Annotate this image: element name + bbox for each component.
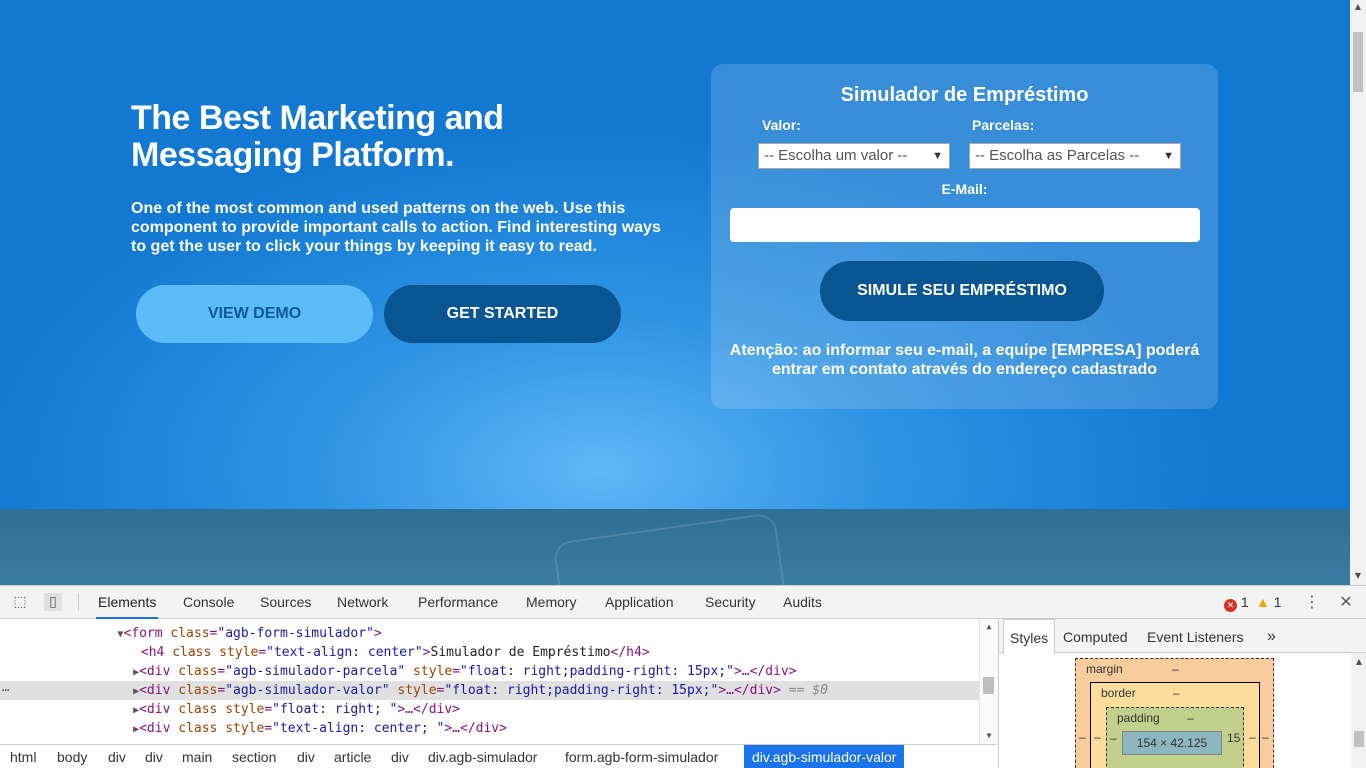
more-actions-icon[interactable]: ⋯	[2, 681, 9, 700]
hero-description: One of the most common and used patterns…	[131, 200, 661, 255]
valor-select[interactable]: -- Escolha um valor -- ▼	[758, 143, 950, 169]
breadcrumb-item[interactable]: div	[289, 745, 323, 768]
devtools-toolbar: ⬚ ▯ Elements Console Sources Network Per…	[0, 586, 1366, 619]
breadcrumb-item[interactable]: div	[137, 745, 171, 768]
dom-node[interactable]: ▶<div class style="float: right; ">…</di…	[0, 700, 980, 719]
tab-elements[interactable]: Elements	[96, 586, 159, 619]
box-model-padding[interactable]: padding – – 15 154 × 42.125	[1106, 707, 1244, 768]
inspect-element-icon[interactable]: ⬚	[11, 593, 29, 611]
hero-title: The Best Marketing and Messaging Platfor…	[131, 99, 504, 174]
toolbar-divider	[78, 593, 79, 611]
scroll-down-arrow-icon[interactable]: ▼	[980, 731, 997, 740]
tab-performance[interactable]: Performance	[416, 586, 500, 619]
breadcrumb-item[interactable]: section	[224, 745, 284, 768]
tab-application[interactable]: Application	[603, 586, 676, 619]
error-counter[interactable]: ✕ 1	[1224, 594, 1249, 612]
hero-section: The Best Marketing and Messaging Platfor…	[0, 0, 1350, 509]
tab-event-listeners[interactable]: Event Listeners	[1141, 619, 1250, 653]
scroll-up-arrow-icon[interactable]: ▲	[980, 622, 997, 631]
dom-node[interactable]: ▶<div class="agb-simulador-parcela" styl…	[0, 662, 980, 681]
dom-node-selected[interactable]: ⋯ ▶<div class="agb-simulador-valor" styl…	[0, 681, 980, 700]
valor-label: Valor:	[762, 117, 801, 133]
parcelas-label: Parcelas:	[972, 117, 1035, 133]
box-model-border[interactable]: border – – – padding – – 15 154 × 42.125	[1090, 682, 1260, 768]
simulate-loan-button[interactable]: SIMULE SEU EMPRÉSTIMO	[820, 261, 1104, 321]
tab-network[interactable]: Network	[335, 586, 390, 619]
tab-styles[interactable]: Styles	[1003, 619, 1056, 654]
tab-security[interactable]: Security	[703, 586, 758, 619]
box-model-content[interactable]: 154 × 42.125	[1122, 731, 1222, 755]
dom-tree: ▼<form class="agb-form-simulador"> <h4 c…	[0, 619, 997, 744]
breadcrumb-item[interactable]: div	[383, 745, 417, 768]
breadcrumb-item[interactable]: form.agb-form-simulador	[557, 745, 726, 768]
tab-console[interactable]: Console	[181, 586, 236, 619]
simulator-notice: Atenção: ao informar seu e-mail, a equip…	[729, 342, 1200, 378]
breadcrumb-item-active[interactable]: div.agb-simulador-valor	[744, 745, 905, 768]
styles-tabs: Styles Computed Event Listeners »	[999, 619, 1366, 654]
breadcrumb-item[interactable]: html	[2, 745, 44, 768]
devtools-panel: ⬚ ▯ Elements Console Sources Network Per…	[0, 585, 1366, 768]
email-label: E-Mail:	[941, 181, 988, 197]
tab-memory[interactable]: Memory	[524, 586, 579, 619]
parcelas-select-value: -- Escolha as Parcelas --	[975, 147, 1140, 164]
dom-node[interactable]: ▼<form class="agb-form-simulador">	[0, 624, 980, 643]
warning-icon: ▲	[1256, 594, 1270, 610]
scroll-up-arrow-icon[interactable]: ▲	[1351, 657, 1366, 666]
loan-simulator-form: Simulador de Empréstimo Valor: Parcelas:…	[711, 64, 1218, 409]
email-field[interactable]	[730, 208, 1200, 242]
view-demo-button[interactable]: VIEW DEMO	[136, 285, 373, 343]
close-icon[interactable]: ✕	[1337, 593, 1355, 611]
chevron-down-icon: ▼	[932, 150, 943, 162]
box-model-margin[interactable]: margin – – – border – – – padding – – 15…	[1075, 658, 1274, 768]
chevron-down-icon: ▼	[1163, 150, 1174, 162]
styles-scrollbar-thumb[interactable]	[1354, 731, 1364, 747]
warning-count: 1	[1273, 594, 1282, 610]
more-tabs-chevron-icon[interactable]: »	[1261, 619, 1282, 653]
get-started-button[interactable]: GET STARTED	[384, 285, 621, 343]
breadcrumb-item[interactable]: main	[174, 745, 220, 768]
tab-computed[interactable]: Computed	[1057, 619, 1134, 653]
parcelas-select[interactable]: -- Escolha as Parcelas -- ▼	[969, 143, 1181, 169]
tab-audits[interactable]: Audits	[781, 586, 824, 619]
scroll-up-arrow-icon[interactable]: ▲	[1350, 2, 1366, 11]
breadcrumb-item[interactable]: div	[100, 745, 134, 768]
dom-scrollbar[interactable]: ▲ ▼	[979, 619, 997, 744]
breadcrumb-item[interactable]: body	[49, 745, 95, 768]
dom-node[interactable]: <h4 class style="text-align: center">Sim…	[0, 643, 980, 662]
breadcrumb-item[interactable]: div.agb-simulador	[420, 745, 545, 768]
simulator-title: Simulador de Empréstimo	[840, 84, 1089, 106]
image-band	[0, 509, 1350, 585]
valor-select-value: -- Escolha um valor --	[764, 147, 908, 164]
scroll-down-arrow-icon[interactable]: ▼	[1350, 571, 1366, 580]
error-count: 1	[1240, 594, 1249, 610]
page-scrollbar[interactable]: ▲ ▼	[1350, 0, 1366, 585]
warning-counter[interactable]: ▲ 1	[1256, 594, 1282, 610]
tab-sources[interactable]: Sources	[258, 586, 313, 619]
dom-node[interactable]: ▶<div class style="text-align: center; "…	[0, 719, 980, 738]
breadcrumb: html body div div main section div artic…	[0, 744, 997, 768]
page-scrollbar-thumb[interactable]	[1353, 32, 1363, 92]
device-toolbar-icon[interactable]: ▯	[44, 593, 62, 611]
styles-sidebar: Styles Computed Event Listeners » margin…	[998, 619, 1366, 768]
error-icon: ✕	[1224, 599, 1237, 612]
more-options-icon[interactable]: ⋮	[1303, 593, 1321, 611]
breadcrumb-item[interactable]: article	[326, 745, 379, 768]
styles-scrollbar[interactable]: ▲	[1351, 653, 1366, 768]
dom-scrollbar-thumb[interactable]	[983, 677, 994, 694]
